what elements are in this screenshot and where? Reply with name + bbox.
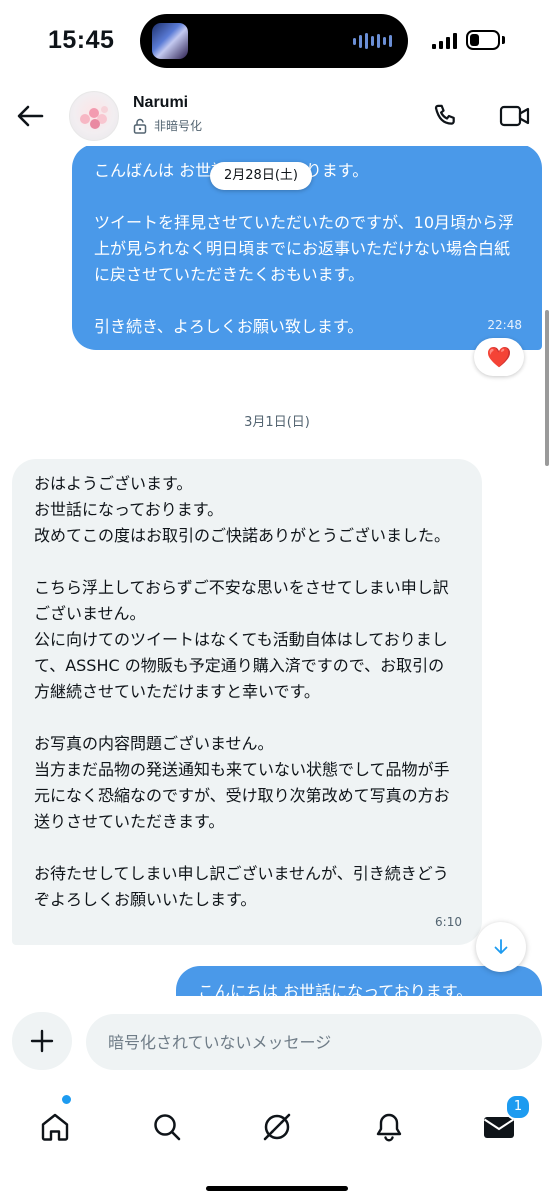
dynamic-island[interactable]: [140, 14, 408, 68]
reaction-heart[interactable]: ❤️: [474, 338, 524, 376]
notifications-bell-icon: [376, 1113, 402, 1142]
battery-level: [470, 34, 479, 46]
search-icon: [154, 1114, 181, 1141]
arrow-down-icon: [494, 939, 508, 954]
battery-tip: [502, 36, 505, 44]
message-composer: [0, 996, 554, 1084]
status-time: 15:45: [48, 26, 115, 54]
scrollbar[interactable]: [545, 310, 549, 466]
unlocked-padlock-icon: [133, 118, 147, 134]
floating-date-label: 2月28日(土): [210, 162, 312, 190]
arrow-left-icon: [17, 105, 44, 127]
home-indicator[interactable]: [206, 1186, 348, 1191]
phone-icon: [434, 104, 455, 125]
heart-reaction-icon: ❤️: [486, 345, 512, 369]
now-playing-artwork: [152, 23, 188, 59]
message-list[interactable]: 2月28日(土) こんばんは お世話になっております。 ツイートを拝見させていた…: [0, 146, 554, 996]
messages-count-badge: 1: [505, 1094, 531, 1120]
cellular-signal-icon: [432, 33, 457, 49]
add-attachment-button[interactable]: [12, 1012, 72, 1070]
message-bubble-incoming[interactable]: おはようございます。 お世話になっております。 改めてこの度はお取引のご快諾あり…: [12, 459, 482, 945]
message-paragraph: 引き続き、よろしくお願い致します。: [94, 317, 364, 336]
message-timestamp: 22:48: [487, 318, 522, 332]
grok-icon: [263, 1113, 291, 1141]
contact-name[interactable]: Narumi: [133, 94, 188, 112]
message-paragraph: こちら浮上しておらずご不安な思いをさせてしまい申し訳ございません。 公に向けての…: [34, 578, 449, 701]
message-timestamp: 6:10: [435, 915, 462, 929]
message-paragraph: おはようございます。 お世話になっております。 改めてこの度はお取引のご快諾あり…: [34, 474, 451, 545]
call-button[interactable]: [428, 98, 464, 134]
tab-grok[interactable]: [252, 1102, 302, 1152]
audio-waveform-icon: [353, 33, 392, 49]
back-button[interactable]: [12, 98, 48, 134]
message-paragraph: こんにちは お世話になっております。: [198, 982, 473, 996]
bottom-tab-bar: 1: [0, 1084, 554, 1200]
encryption-status: 非暗号化: [133, 117, 202, 134]
home-icon: [41, 1113, 69, 1141]
message-input[interactable]: [86, 1014, 542, 1070]
video-call-button[interactable]: [495, 98, 535, 134]
battery-icon: [466, 30, 500, 50]
message-paragraph: ツイートを拝見させていただいたのですが、10月頃から浮上が見られなく明日頃までに…: [94, 213, 515, 284]
status-bar: 15:45: [0, 0, 554, 86]
message-paragraph: お写真の内容問題ございません。 当方まだ品物の発送通知も来ていない状態でして品物…: [34, 734, 450, 831]
date-separator: 3月1日(日): [244, 415, 310, 430]
message-bubble-outgoing[interactable]: こんにちは お世話になっております。: [176, 966, 542, 996]
avatar[interactable]: [69, 91, 119, 141]
scroll-to-bottom-button[interactable]: [476, 922, 526, 972]
tab-home[interactable]: [30, 1102, 80, 1152]
message-paragraph: お待たせしてしまい申し訳ございませんが、引き続きどうぞよろしくお願いいたします。: [34, 864, 449, 909]
home-unread-dot: [61, 1094, 72, 1105]
plus-icon: [30, 1029, 54, 1053]
tab-notifications[interactable]: [364, 1102, 414, 1152]
video-camera-icon: [499, 105, 530, 127]
conversation-header: Narumi 非暗号化: [0, 86, 554, 146]
encryption-status-label: 非暗号化: [154, 119, 203, 133]
tab-search[interactable]: [142, 1102, 192, 1152]
